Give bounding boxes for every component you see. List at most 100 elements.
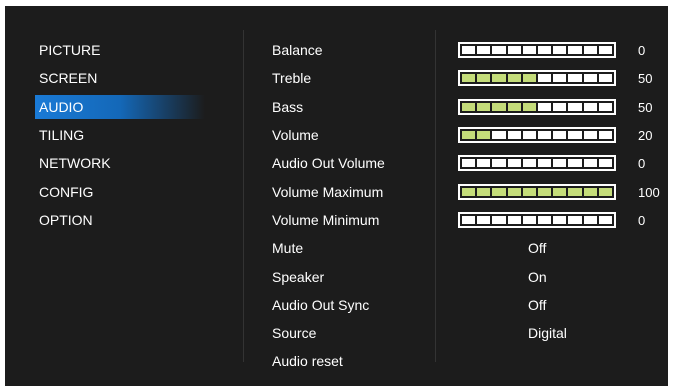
balance-label[interactable]: Balance	[272, 40, 323, 60]
slider-segment	[553, 131, 567, 139]
slider-segment	[462, 103, 476, 111]
slider-segment	[553, 216, 567, 224]
slider-segment	[462, 131, 476, 139]
mute-label[interactable]: Mute	[272, 238, 303, 258]
slider-segment	[598, 188, 613, 196]
slider-segment	[522, 131, 537, 139]
slider-segment	[462, 46, 476, 54]
source-label[interactable]: Source	[272, 323, 316, 343]
menu-item-network[interactable]: NETWORK	[33, 151, 203, 175]
volume-slider[interactable]	[458, 127, 616, 143]
speaker-label[interactable]: Speaker	[272, 267, 324, 287]
slider-segment	[492, 216, 506, 224]
volume-maximum-value: 100	[638, 185, 660, 200]
slider-segment	[598, 103, 613, 111]
slider-segment	[553, 159, 567, 167]
slider-segment	[492, 131, 506, 139]
slider-segment	[583, 46, 597, 54]
slider-segment	[538, 46, 552, 54]
balance-value: 0	[638, 43, 646, 58]
slider-segment	[522, 188, 537, 196]
osd-panel: PICTURE SCREEN AUDIO TILING NETWORK CONFIG OPT…	[5, 6, 668, 386]
menu-item-picture[interactable]: PICTURE	[33, 38, 203, 62]
slider-segment	[583, 103, 597, 111]
volume-minimum-label[interactable]: Volume Minimum	[272, 210, 379, 230]
slider-segment	[538, 74, 552, 82]
slider-segment	[492, 74, 506, 82]
slider-segment	[492, 159, 506, 167]
slider-segment	[553, 103, 567, 111]
slider-segment	[477, 159, 491, 167]
volume-minimum-slider[interactable]	[458, 212, 616, 228]
slider-segment	[462, 74, 476, 82]
slider-segment	[477, 46, 491, 54]
volume-maximum-slider[interactable]	[458, 184, 616, 200]
slider-segment	[462, 216, 476, 224]
slider-segment	[583, 159, 597, 167]
slider-segment	[462, 159, 476, 167]
slider-segment	[507, 74, 521, 82]
slider-segment	[583, 188, 597, 196]
slider-segment	[522, 159, 537, 167]
menu-item-screen[interactable]: SCREEN	[33, 66, 203, 90]
slider-segment	[583, 216, 597, 224]
audio-out-volume-value: 0	[638, 156, 646, 171]
speaker-value[interactable]: On	[528, 267, 547, 287]
slider-segment	[538, 159, 552, 167]
volume-maximum-label[interactable]: Volume Maximum	[272, 182, 383, 202]
menu-item-config[interactable]: CONFIG	[33, 180, 203, 204]
mute-value[interactable]: Off	[528, 238, 546, 258]
audio-out-volume-slider[interactable]	[458, 155, 616, 171]
audio-out-sync-value[interactable]: Off	[528, 295, 546, 315]
slider-segment	[583, 74, 597, 82]
treble-label[interactable]: Treble	[272, 68, 311, 88]
source-value[interactable]: Digital	[528, 323, 567, 343]
balance-slider[interactable]	[458, 42, 616, 58]
slider-segment	[583, 131, 597, 139]
slider-segment	[507, 46, 521, 54]
slider-segment	[568, 159, 582, 167]
slider-segment	[507, 131, 521, 139]
slider-segment	[598, 131, 613, 139]
menu-divider	[243, 30, 244, 362]
slider-segment	[568, 103, 582, 111]
treble-slider[interactable]	[458, 70, 616, 86]
audio-out-volume-label[interactable]: Audio Out Volume	[272, 153, 385, 173]
slider-segment	[598, 159, 613, 167]
slider-segment	[598, 216, 613, 224]
bass-label[interactable]: Bass	[272, 97, 303, 117]
slider-segment	[553, 188, 567, 196]
slider-segment	[522, 216, 537, 224]
slider-segment	[507, 188, 521, 196]
slider-segment	[568, 188, 582, 196]
volume-label[interactable]: Volume	[272, 125, 319, 145]
slider-segment	[522, 46, 537, 54]
slider-segment	[553, 46, 567, 54]
slider-segment	[538, 131, 552, 139]
slider-segment	[477, 103, 491, 111]
slider-segment	[598, 74, 613, 82]
slider-segment	[507, 216, 521, 224]
slider-segment	[477, 216, 491, 224]
slider-segment	[522, 74, 537, 82]
bass-slider[interactable]	[458, 99, 616, 115]
audio-reset-label[interactable]: Audio reset	[272, 351, 343, 371]
treble-value: 50	[638, 71, 653, 86]
settings-divider	[435, 30, 436, 362]
bass-value: 50	[638, 100, 653, 115]
menu-item-audio[interactable]: AUDIO	[35, 95, 205, 119]
slider-segment	[568, 131, 582, 139]
volume-value: 20	[638, 128, 653, 143]
volume-minimum-value: 0	[638, 213, 646, 228]
slider-segment	[477, 188, 491, 196]
slider-segment	[522, 103, 537, 111]
slider-segment	[553, 74, 567, 82]
slider-segment	[538, 216, 552, 224]
menu-item-tiling[interactable]: TILING	[33, 123, 203, 147]
slider-segment	[568, 46, 582, 54]
audio-out-sync-label[interactable]: Audio Out Sync	[272, 295, 369, 315]
slider-segment	[568, 216, 582, 224]
slider-segment	[568, 74, 582, 82]
slider-segment	[538, 188, 552, 196]
menu-item-option[interactable]: OPTION	[33, 208, 203, 232]
